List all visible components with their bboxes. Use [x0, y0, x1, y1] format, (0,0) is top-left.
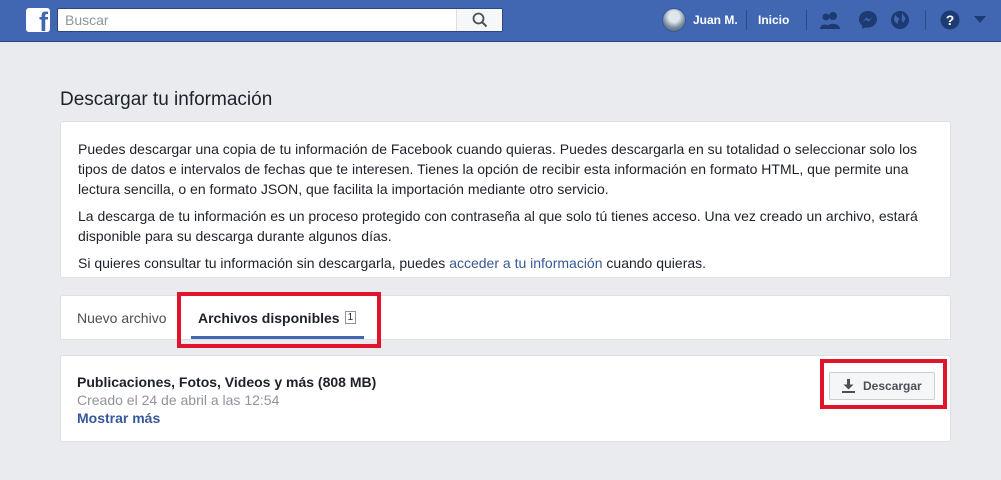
info-text: Si quieres consultar tu información sin … [78, 255, 450, 271]
tab-bar: Nuevo archivo Archivos disponibles 1 [60, 295, 951, 340]
access-info-link[interactable]: acceder a tu información [449, 255, 602, 271]
file-created-date: Creado el 24 de abril a las 12:54 [77, 392, 280, 408]
file-title: Publicaciones, Fotos, Videos y más (808 … [77, 374, 377, 390]
friend-requests-icon[interactable] [819, 9, 841, 31]
info-text: cuando quieras. [602, 255, 707, 271]
search-button[interactable] [456, 9, 502, 31]
facebook-logo-icon[interactable]: f [26, 8, 50, 32]
count-badge: 1 [344, 311, 357, 324]
profile-link[interactable]: Juan M. [662, 8, 738, 32]
help-icon[interactable]: ? [939, 9, 961, 31]
tab-label: Archivos disponibles [198, 309, 340, 326]
search-box [57, 8, 503, 32]
file-panel: Publicaciones, Fotos, Videos y más (808 … [60, 355, 951, 442]
home-link[interactable]: Inicio [758, 13, 789, 27]
divider [806, 10, 807, 30]
show-more-link[interactable]: Mostrar más [77, 410, 160, 426]
search-icon [472, 12, 487, 28]
divider [925, 10, 926, 30]
download-icon [842, 379, 855, 393]
search-input[interactable] [58, 9, 458, 31]
tab-new-file[interactable]: Nuevo archivo [77, 296, 167, 339]
download-label: Descargar [863, 379, 922, 393]
download-button[interactable]: Descargar [829, 372, 935, 400]
divider [746, 10, 747, 30]
info-panel: Puedes descargar una copia de tu informa… [60, 121, 951, 278]
caret-down-icon[interactable] [969, 9, 991, 31]
info-paragraph: Puedes descargar una copia de tu informa… [78, 141, 917, 197]
messenger-icon[interactable] [857, 9, 879, 31]
tab-available-files[interactable]: Archivos disponibles 1 [198, 296, 357, 339]
top-navigation-bar: f Juan M. Inicio [0, 0, 1001, 42]
user-name: Juan M. [693, 13, 738, 27]
globe-notifications-icon[interactable] [889, 9, 911, 31]
page-title: Descargar tu información [60, 89, 273, 110]
avatar [662, 8, 686, 32]
info-paragraph: Si quieres consultar tu información sin … [78, 253, 934, 273]
info-paragraph: La descarga de tu información es un proc… [78, 208, 918, 244]
active-tab-indicator [191, 336, 364, 339]
svg-text:?: ? [946, 12, 955, 28]
